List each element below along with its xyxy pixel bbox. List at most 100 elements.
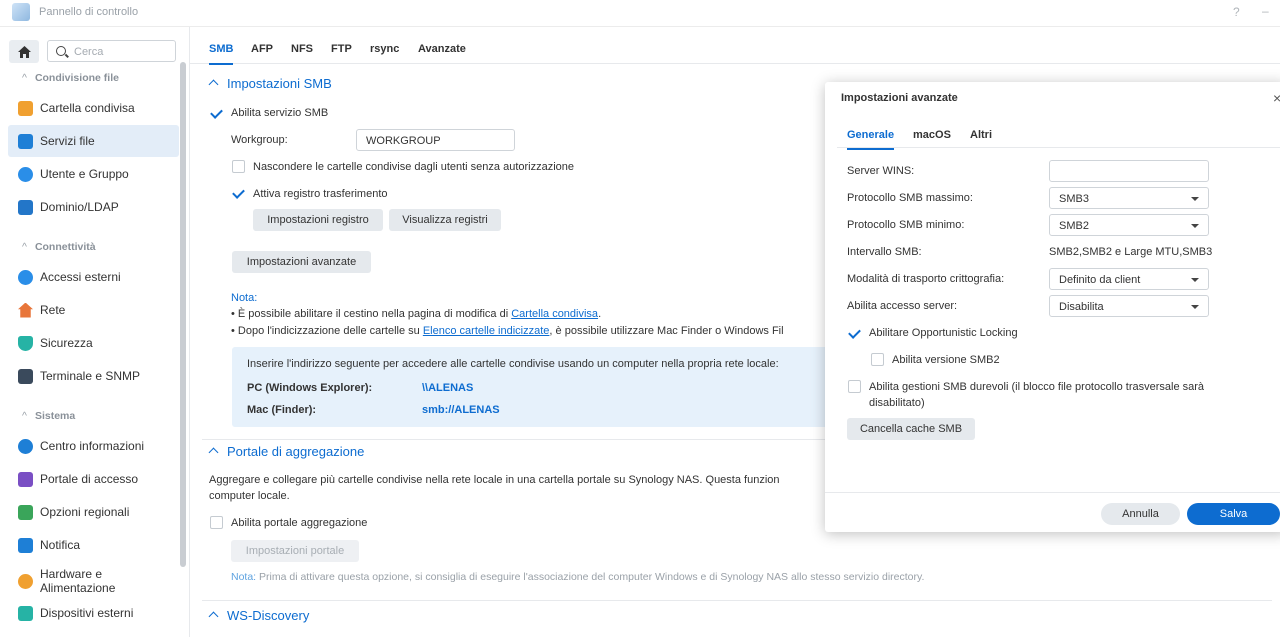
sidebar-item-notification[interactable]: Notifica [8, 529, 179, 561]
external-access-icon [18, 269, 33, 285]
oplock-checkbox[interactable] [848, 327, 861, 340]
min-protocol-label: Protocollo SMB minimo: [847, 219, 965, 231]
workgroup-label: Workgroup: [231, 134, 288, 146]
tab-advanced[interactable]: Avanzate [418, 43, 466, 55]
sidebar-item-external-access[interactable]: Accessi esterni [8, 261, 179, 293]
wins-input[interactable] [1049, 160, 1209, 182]
tab-others[interactable]: Altri [970, 129, 992, 141]
durable-handles-label-line2: disabilitato) [869, 397, 925, 409]
help-button[interactable]: ? [1233, 5, 1240, 19]
sidebar-item-regional-options[interactable]: Opzioni regionali [8, 496, 179, 528]
sidebar-item-info-center[interactable]: Centro informazioni [8, 430, 179, 462]
regional-options-icon [18, 504, 33, 520]
smb2-lease-checkbox[interactable] [871, 353, 884, 366]
sidebar-item-security[interactable]: Sicurezza [8, 327, 179, 359]
dialog-title: Impostazioni avanzate [841, 92, 958, 104]
max-protocol-select[interactable]: SMB3 [1049, 187, 1209, 209]
sidebar-item-network[interactable]: Rete [8, 294, 179, 326]
portal-settings-button[interactable]: Impostazioni portale [231, 540, 359, 562]
workgroup-input[interactable]: WORKGROUP [356, 129, 515, 151]
portal-note: Nota: Prima di attivare questa opzione, … [231, 571, 925, 583]
smb-settings-header[interactable]: Impostazioni SMB [208, 76, 332, 91]
max-protocol-label: Protocollo SMB massimo: [847, 192, 973, 204]
cancel-button[interactable]: Annulla [1101, 503, 1180, 525]
smb-note-title: Nota: [231, 292, 258, 304]
chevron-up-icon [208, 447, 219, 458]
tab-bar: SMB AFP NFS FTP rsync Avanzate [190, 27, 1280, 65]
sidebar-item-domain-ldap[interactable]: Dominio/LDAP [8, 191, 179, 223]
tab-afp[interactable]: AFP [251, 43, 273, 55]
portal-description-line2: computer locale. [209, 490, 290, 502]
clear-smb-cache-button[interactable]: Cancella cache SMB [847, 418, 975, 440]
sidebar-scrollbar[interactable] [180, 62, 186, 567]
smb2-lease-label: Abilita versione SMB2 [892, 354, 1000, 366]
smb-note-recycle: • È possibile abilitare il cestino nella… [231, 308, 602, 320]
tab-rsync[interactable]: rsync [370, 43, 399, 55]
sidebar-item-shared-folder[interactable]: Cartella condivisa [8, 92, 179, 124]
transfer-log-checkbox[interactable] [232, 187, 245, 200]
sidebar-item-external-devices[interactable]: Dispositivi esterni [8, 597, 179, 629]
durable-handles-checkbox[interactable] [848, 380, 861, 393]
search-icon [56, 46, 66, 56]
log-settings-button[interactable]: Impostazioni registro [253, 209, 383, 231]
wins-label: Server WINS: [847, 165, 915, 177]
enable-smb-checkbox[interactable] [210, 107, 223, 120]
sidebar-item-user-group[interactable]: Utente e Gruppo [8, 158, 179, 190]
enable-smb-label: Abilita servizio SMB [231, 107, 329, 119]
dialog-tab-bar: Generale macOS Altri [837, 119, 1280, 150]
chevron-up-icon [208, 611, 219, 622]
chevron-up-icon: ^ [22, 241, 27, 253]
section-divider [202, 600, 1272, 601]
tab-general[interactable]: Generale [847, 129, 895, 150]
user-group-icon [18, 166, 33, 182]
minimize-button[interactable]: – [1262, 4, 1269, 18]
section-header-file-sharing[interactable]: ^ Condivisione file [22, 72, 119, 84]
view-logs-button[interactable]: Visualizza registri [389, 209, 501, 231]
enable-portal-checkbox[interactable] [210, 516, 223, 529]
search-field[interactable]: Cerca [47, 40, 176, 62]
sidebar-item-file-services[interactable]: Servizi file [8, 125, 179, 157]
sidebar-item-hardware-power[interactable]: Hardware e Alimentazione [8, 563, 179, 599]
control-panel-app-icon [12, 3, 30, 21]
info-center-icon [18, 438, 33, 454]
chevron-up-icon [208, 79, 219, 90]
network-icon [18, 302, 33, 318]
encryption-mode-label: Modalità di trasporto crittografia: [847, 273, 1005, 285]
tab-nfs[interactable]: NFS [291, 43, 313, 55]
hide-shares-label: Nascondere le cartelle condivise dagli u… [253, 161, 575, 173]
section-header-system[interactable]: ^ Sistema [22, 410, 75, 422]
save-button[interactable]: Salva [1187, 503, 1280, 525]
section-header-connectivity[interactable]: ^ Connettività [22, 241, 96, 253]
dropdown-arrow-icon [1191, 305, 1199, 309]
transfer-log-label: Attiva registro trasferimento [253, 188, 388, 200]
enable-portal-label: Abilita portale aggregazione [231, 517, 368, 529]
encryption-mode-select[interactable]: Definito da client [1049, 268, 1209, 290]
indexed-folders-link[interactable]: Elenco cartelle indicizzate [423, 325, 550, 337]
window-title: Pannello di controllo [39, 6, 139, 18]
sidebar-item-terminal-snmp[interactable]: Terminale e SNMP [8, 360, 179, 392]
chevron-up-icon: ^ [22, 72, 27, 84]
shared-folder-link[interactable]: Cartella condivisa [511, 308, 598, 320]
aggregation-portal-header[interactable]: Portale di aggregazione [208, 444, 364, 459]
home-button[interactable] [9, 40, 39, 63]
min-protocol-select[interactable]: SMB2 [1049, 214, 1209, 236]
access-address-box: Inserire l'indirizzo seguente per accede… [232, 347, 872, 427]
advanced-settings-button[interactable]: Impostazioni avanzate [232, 251, 371, 273]
dropdown-arrow-icon [1191, 224, 1199, 228]
dropdown-arrow-icon [1191, 278, 1199, 282]
mac-address: smb://ALENAS [422, 404, 500, 416]
tab-smb[interactable]: SMB [209, 43, 234, 65]
ws-discovery-header[interactable]: WS-Discovery [208, 608, 309, 623]
server-signing-select[interactable]: Disabilita [1049, 295, 1209, 317]
login-portal-icon [18, 471, 33, 487]
tab-macos[interactable]: macOS [913, 129, 951, 141]
tab-ftp[interactable]: FTP [331, 43, 352, 55]
security-shield-icon [18, 335, 33, 351]
close-icon[interactable]: × [1273, 90, 1280, 106]
oplock-label: Abilitare Opportunistic Locking [869, 327, 1018, 339]
domain-ldap-icon [18, 199, 33, 215]
sidebar-item-login-portal[interactable]: Portale di accesso [8, 463, 179, 495]
home-icon [17, 45, 31, 58]
hide-shares-checkbox[interactable] [232, 160, 245, 173]
hardware-power-icon [18, 573, 33, 589]
